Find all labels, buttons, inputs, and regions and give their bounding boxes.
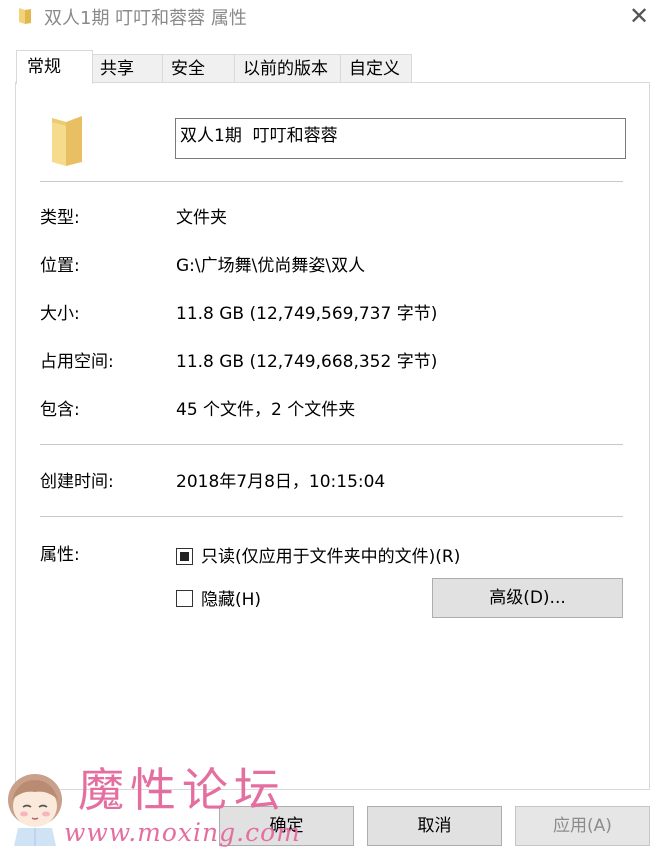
readonly-label[interactable]: 只读(仅应用于文件夹中的文件)(R) [201,546,460,568]
tab-general[interactable]: 常规 [16,50,93,84]
type-value: 文件夹 [176,208,227,228]
window-title: 双人1期 叮叮和蓉蓉 属性 [44,8,247,29]
contains-label: 包含: [40,400,80,420]
close-button[interactable]: ✕ [624,2,654,30]
tab-security[interactable]: 安全 [162,54,236,82]
cartoon-face-icon [8,774,62,846]
tab-customize[interactable]: 自定义 [340,54,412,82]
contains-value: 45 个文件，2 个文件夹 [176,400,356,420]
disk-size-label: 占用空间: [40,352,114,372]
cancel-button[interactable]: 取消 [367,806,502,846]
tab-sharing[interactable]: 共享 [91,54,164,82]
title-bar: 双人1期 叮叮和蓉蓉 属性 ✕ [0,0,668,32]
hidden-label[interactable]: 隐藏(H) [201,589,261,611]
separator [40,516,623,517]
tab-previous-versions[interactable]: 以前的版本 [234,54,342,82]
folder-icon [19,8,31,24]
created-label: 创建时间: [40,472,114,492]
readonly-checkbox[interactable] [176,548,193,565]
location-label: 位置: [40,256,80,276]
folder-name-input[interactable]: 双人1期 叮叮和蓉蓉 [175,118,626,159]
folder-icon [52,116,82,166]
watermark: 魔性论坛 www.moxing.com [0,762,300,854]
separator [40,444,623,445]
close-icon: ✕ [628,2,650,30]
advanced-button[interactable]: 高级(D)... [432,578,623,618]
created-value: 2018年7月8日，10:15:04 [176,472,386,492]
size-label: 大小: [40,304,80,324]
watermark-url: www.moxing.com [64,818,301,847]
separator [40,181,623,182]
size-value: 11.8 GB (12,749,569,737 字节) [176,304,438,324]
location-value: G:\广场舞\优尚舞姿\双人 [176,256,366,276]
apply-button[interactable]: 应用(A) [515,806,650,846]
type-label: 类型: [40,208,80,228]
watermark-title: 魔性论坛 [78,763,286,817]
attributes-label: 属性: [40,545,80,565]
hidden-checkbox[interactable] [176,590,193,607]
disk-size-value: 11.8 GB (12,749,668,352 字节) [176,352,438,372]
general-panel [15,82,650,790]
